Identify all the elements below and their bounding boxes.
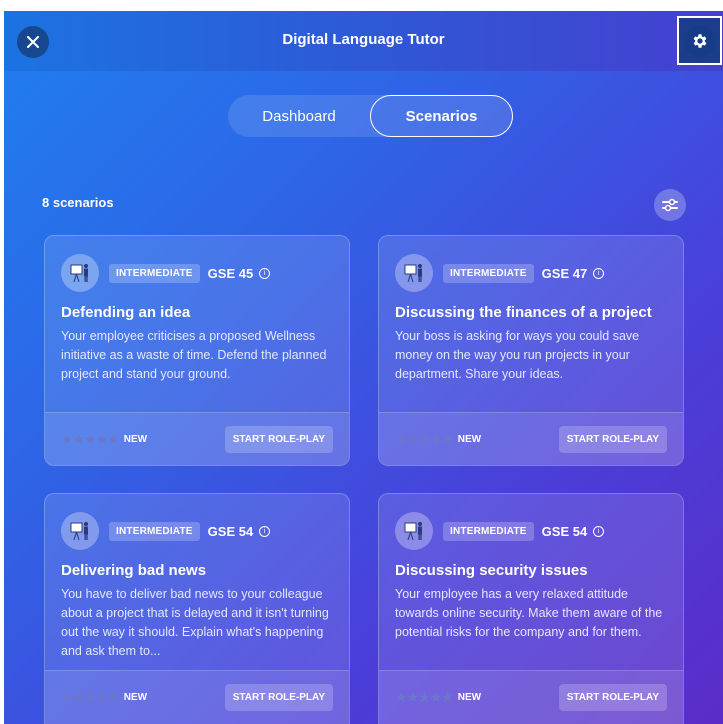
tab-scenarios[interactable]: Scenarios [370, 95, 513, 137]
app-window: Digital Language Tutor Dashboard Scenari… [4, 11, 723, 724]
scenario-card[interactable]: INTERMEDIATE GSE 47 i Discussing the fin… [378, 235, 684, 466]
rating: ★★★★★ NEW [395, 431, 481, 448]
settings-button[interactable] [677, 16, 722, 65]
top-bar: Digital Language Tutor [4, 11, 723, 71]
tab-dashboard[interactable]: Dashboard [228, 95, 370, 137]
scenario-card[interactable]: INTERMEDIATE GSE 45 i Defending an idea … [44, 235, 350, 466]
new-badge: NEW [457, 692, 482, 703]
info-icon[interactable]: i [593, 525, 605, 537]
card-footer: ★★★★★ NEW START ROLE-PLAY [45, 412, 349, 465]
level-badge: INTERMEDIATE [109, 263, 200, 283]
card-footer: ★★★★★ NEW START ROLE-PLAY [45, 670, 349, 724]
card-description: Your employee has a very relaxed attitud… [395, 587, 663, 639]
app-title: Digital Language Tutor [282, 31, 445, 48]
start-role-play-button[interactable]: START ROLE-PLAY [224, 684, 333, 711]
star-rating-icon: ★★★★★ [61, 431, 120, 447]
new-badge: NEW [123, 692, 148, 703]
gse-score: GSE 47 [541, 265, 588, 281]
rating: ★★★★★ NEW [61, 431, 147, 448]
card-footer: ★★★★★ NEW START ROLE-PLAY [379, 412, 683, 465]
card-description: You have to deliver bad news to your col… [61, 587, 329, 658]
presenter-avatar-icon [61, 254, 99, 292]
card-title: Discussing the finances of a project [395, 304, 652, 321]
view-tabs: Dashboard Scenarios [228, 95, 513, 137]
card-description: Your boss is asking for ways you could s… [395, 329, 640, 381]
star-rating-icon: ★★★★★ [395, 689, 454, 705]
presenter-avatar-icon [395, 254, 433, 292]
card-description: Your employee criticises a proposed Well… [61, 329, 327, 381]
start-role-play-button[interactable]: START ROLE-PLAY [558, 684, 667, 711]
card-footer: ★★★★★ NEW START ROLE-PLAY [379, 670, 683, 724]
new-badge: NEW [123, 434, 148, 445]
scenario-card[interactable]: INTERMEDIATE GSE 54 i Discussing securit… [378, 493, 684, 724]
start-role-play-button[interactable]: START ROLE-PLAY [558, 426, 667, 453]
info-icon[interactable]: i [259, 525, 271, 537]
sliders-icon [662, 198, 678, 212]
scenario-card[interactable]: INTERMEDIATE GSE 54 i Delivering bad new… [44, 493, 350, 724]
start-role-play-button[interactable]: START ROLE-PLAY [224, 426, 333, 453]
rating: ★★★★★ NEW [61, 689, 147, 706]
new-badge: NEW [457, 434, 482, 445]
card-title: Defending an idea [61, 304, 191, 321]
star-rating-icon: ★★★★★ [395, 431, 454, 447]
level-badge: INTERMEDIATE [443, 263, 534, 283]
level-badge: INTERMEDIATE [109, 521, 200, 541]
level-badge: INTERMEDIATE [443, 521, 534, 541]
info-icon[interactable]: i [259, 267, 271, 279]
card-title: Delivering bad news [61, 562, 207, 579]
info-icon[interactable]: i [593, 267, 605, 279]
card-title: Discussing security issues [395, 562, 588, 579]
gse-score: GSE 54 [207, 523, 254, 539]
presenter-avatar-icon [61, 512, 99, 550]
gse-score: GSE 45 [207, 265, 254, 281]
gear-icon [693, 33, 706, 48]
presenter-avatar-icon [395, 512, 433, 550]
scenarios-count: 8 scenarios [42, 195, 114, 210]
gse-score: GSE 54 [541, 523, 588, 539]
star-rating-icon: ★★★★★ [61, 689, 120, 705]
filter-button[interactable] [654, 189, 686, 221]
rating: ★★★★★ NEW [395, 689, 481, 706]
